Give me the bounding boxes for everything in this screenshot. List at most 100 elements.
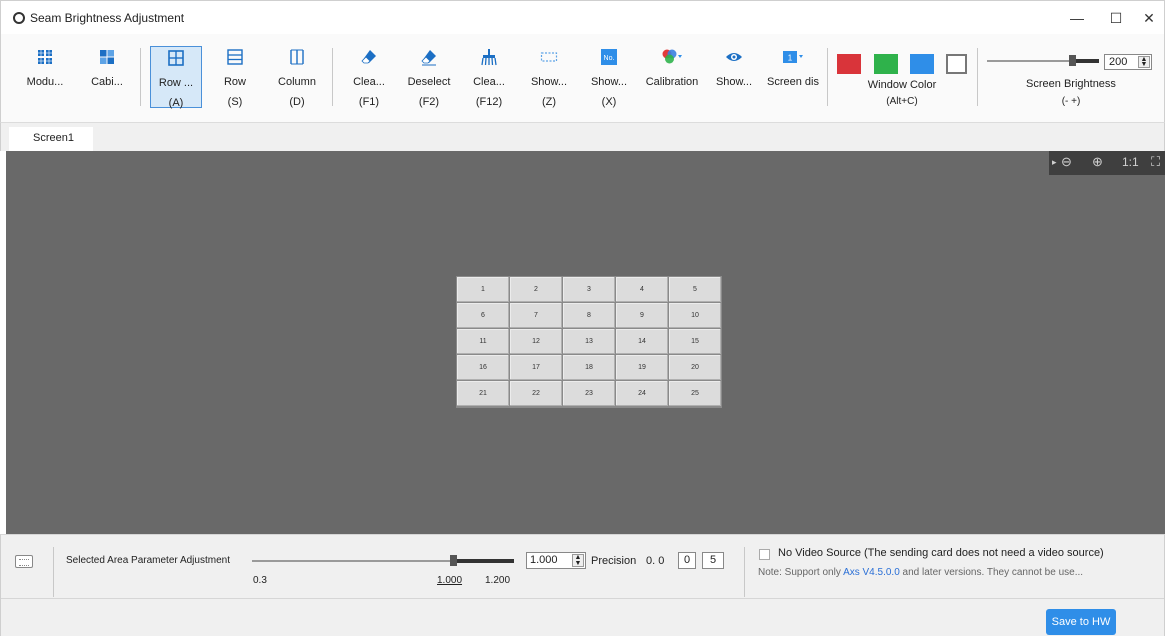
bottom-divider bbox=[744, 547, 745, 597]
fit-screen-icon[interactable]: ⛶ bbox=[1151, 154, 1160, 170]
cabinet-cell[interactable]: 8 bbox=[563, 303, 615, 328]
window-color-white-swatch[interactable] bbox=[946, 54, 967, 74]
number-icon: No. bbox=[601, 49, 617, 65]
tool-label: Calibration bbox=[645, 76, 699, 88]
calibration-button[interactable]: Calibration bbox=[643, 46, 701, 108]
zoom-in-icon[interactable]: ⊕ bbox=[1092, 154, 1103, 170]
brightness-spin-icon[interactable]: ▲ ▼ bbox=[1138, 56, 1150, 68]
show-number-button[interactable]: No. Show... (X) bbox=[583, 46, 635, 108]
actual-size-button[interactable]: 1:1 bbox=[1122, 155, 1139, 169]
cabinet-cell[interactable]: 17 bbox=[510, 355, 562, 380]
toolbar-divider bbox=[140, 48, 141, 106]
cabinet-cell[interactable]: 4 bbox=[616, 277, 668, 302]
window-color-shortcut: (Alt+C) bbox=[886, 96, 918, 107]
row-icon bbox=[227, 49, 243, 65]
param-adjust-label: Selected Area Parameter Adjustment bbox=[66, 555, 230, 566]
show-selection-button[interactable]: Show... (Z) bbox=[523, 46, 575, 108]
screen-tab-strip: Screen1 bbox=[0, 122, 1165, 152]
cabinet-cell[interactable]: 6 bbox=[457, 303, 509, 328]
row-column-tool-button[interactable]: Row ... (A) bbox=[150, 46, 202, 109]
tool-label: Clea... bbox=[473, 76, 505, 88]
cabinet-cell[interactable]: 16 bbox=[457, 355, 509, 380]
brightness-slider-fill bbox=[1076, 59, 1099, 63]
zoom-toolbar: ▸ ⊖ ⊕ 1:1 ⛶ bbox=[1049, 151, 1165, 175]
cabinet-cell[interactable]: 1 bbox=[457, 277, 509, 302]
tool-label: Show... bbox=[715, 76, 753, 88]
brightness-value-field[interactable]: 200 ▲ ▼ bbox=[1104, 54, 1152, 70]
version-link[interactable]: Axs V4.5.0.0 bbox=[843, 567, 900, 578]
eye-icon bbox=[726, 53, 742, 61]
param-slider-fill bbox=[457, 559, 514, 563]
keyboard-icon[interactable] bbox=[15, 555, 33, 568]
clear-all-button[interactable]: Clea... (F12) bbox=[463, 46, 515, 108]
tool-label: Row ... bbox=[158, 77, 194, 89]
window-color-green-swatch[interactable] bbox=[874, 54, 898, 74]
precision-integer: 0. 0 bbox=[646, 555, 665, 567]
screen-display-button[interactable]: 1 Screen dis bbox=[764, 46, 822, 108]
row-tool-button[interactable]: Row (S) bbox=[209, 46, 261, 108]
cabinet-cell[interactable]: 19 bbox=[616, 355, 668, 380]
param-slider-max: 1.200 bbox=[485, 575, 511, 586]
param-slider-thumb[interactable] bbox=[450, 555, 457, 566]
cabinet-cell[interactable]: 23 bbox=[563, 381, 615, 406]
column-tool-button[interactable]: Column (D) bbox=[271, 46, 323, 108]
param-slider-current: 1.000 bbox=[437, 575, 463, 586]
window-color-red-swatch[interactable] bbox=[837, 54, 861, 74]
module-tool-button[interactable]: Modu... bbox=[19, 46, 71, 108]
zoom-out-icon[interactable]: ⊖ bbox=[1061, 154, 1072, 170]
tool-shortcut: (Z) bbox=[541, 96, 557, 108]
cabinet-cell[interactable]: 20 bbox=[669, 355, 721, 380]
brightness-label: Screen Brightness bbox=[1026, 78, 1116, 90]
minimize-button[interactable]: — bbox=[1063, 7, 1091, 29]
no-video-source-checkbox[interactable] bbox=[759, 549, 770, 560]
cabinet-cell[interactable]: 12 bbox=[510, 329, 562, 354]
cabinet-cell[interactable]: 14 bbox=[616, 329, 668, 354]
param-spin-icon[interactable]: ▲ ▼ bbox=[572, 554, 584, 567]
precision-digit-1[interactable]: 0 bbox=[678, 552, 696, 569]
screen-canvas[interactable]: ▸ ⊖ ⊕ 1:1 ⛶ 1 2 3 4 5 6 7 8 9 10 11 12 13 14 15 16 17 18 1… bbox=[6, 151, 1165, 534]
broom-icon bbox=[481, 49, 497, 66]
close-button[interactable]: ✕ bbox=[1135, 7, 1163, 29]
clear-selection-button[interactable]: Clea... (F1) bbox=[343, 46, 395, 108]
dashed-rect-icon bbox=[540, 52, 558, 62]
cabinet-cell[interactable]: 25 bbox=[669, 381, 721, 406]
tool-label: Row bbox=[223, 76, 246, 88]
expand-arrow-icon[interactable]: ▸ bbox=[1052, 157, 1057, 168]
cabinet-cell[interactable]: 15 bbox=[669, 329, 721, 354]
tool-label: Screen dis bbox=[767, 76, 819, 88]
param-value-field[interactable]: 1.000 ▲ ▼ bbox=[526, 552, 586, 569]
cabinet-cell[interactable]: 24 bbox=[616, 381, 668, 406]
save-to-hw-button[interactable]: Save to HW bbox=[1046, 609, 1116, 635]
tool-shortcut: (A) bbox=[168, 97, 184, 109]
cabinet-cell[interactable]: 7 bbox=[510, 303, 562, 328]
cabinet-cell[interactable]: 5 bbox=[669, 277, 721, 302]
screen-number-icon: 1 bbox=[783, 51, 803, 63]
eraser-icon bbox=[361, 50, 376, 64]
maximize-button[interactable]: ☐ bbox=[1102, 7, 1130, 29]
row-column-grid-icon bbox=[168, 50, 184, 66]
note-prefix: Note: Support only bbox=[758, 567, 844, 578]
window-color-blue-swatch[interactable] bbox=[910, 54, 934, 74]
show-button[interactable]: Show... bbox=[708, 46, 760, 108]
column-icon bbox=[290, 49, 304, 65]
version-note: Note: Support only Axs V4.5.0.0 and late… bbox=[758, 567, 1083, 578]
cabinet-cell[interactable]: 21 bbox=[457, 381, 509, 406]
cabinet-cell[interactable]: 10 bbox=[669, 303, 721, 328]
cabinet-cell[interactable]: 2 bbox=[510, 277, 562, 302]
toolbar-divider bbox=[977, 48, 978, 106]
precision-digit-2[interactable]: 5 bbox=[702, 552, 724, 569]
tool-label: Deselect bbox=[407, 76, 451, 88]
cabinet-cell[interactable]: 9 bbox=[616, 303, 668, 328]
tool-label: Modu... bbox=[26, 76, 64, 88]
cabinet-cell[interactable]: 11 bbox=[457, 329, 509, 354]
cabinet-cell[interactable]: 13 bbox=[563, 329, 615, 354]
cabinet-tool-button[interactable]: Cabi... bbox=[81, 46, 133, 108]
cabinet-cell[interactable]: 3 bbox=[563, 277, 615, 302]
precision-label: Precision bbox=[591, 555, 637, 567]
tab-screen1[interactable]: Screen1 bbox=[9, 127, 93, 152]
tool-label: Clea... bbox=[353, 76, 385, 88]
brightness-slider-thumb[interactable] bbox=[1069, 55, 1076, 66]
cabinet-cell[interactable]: 22 bbox=[510, 381, 562, 406]
cabinet-cell[interactable]: 18 bbox=[563, 355, 615, 380]
deselect-button[interactable]: Deselect (F2) bbox=[403, 46, 455, 108]
